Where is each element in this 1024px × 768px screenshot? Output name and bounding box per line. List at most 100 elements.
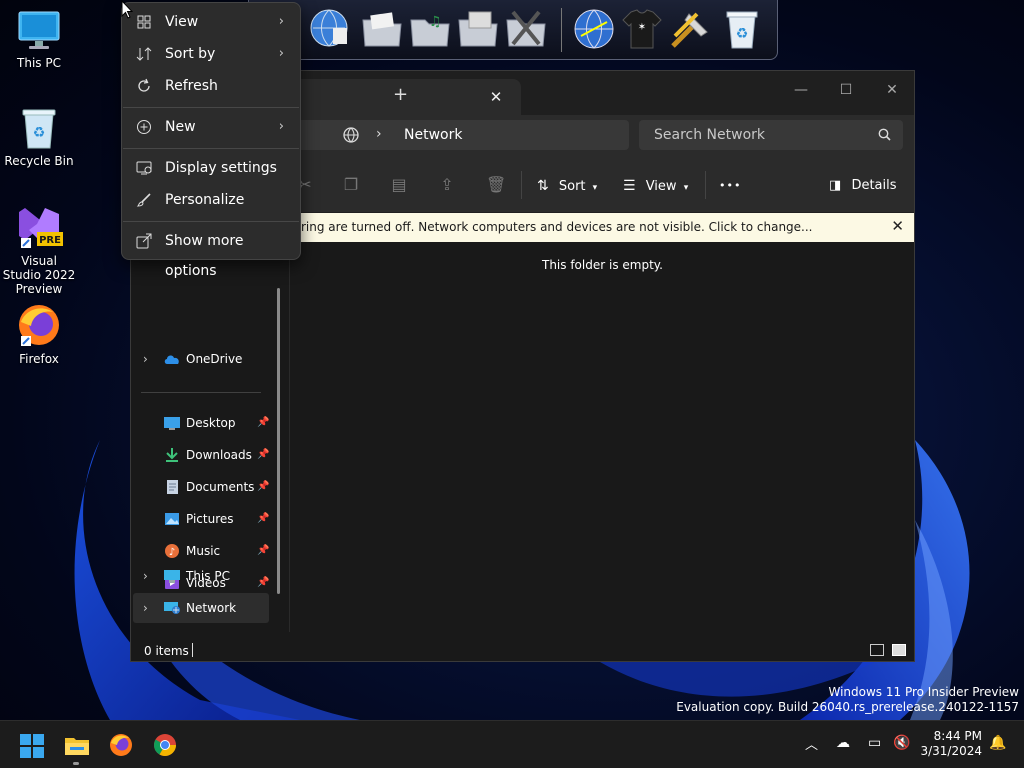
menu-item-display-settings[interactable]: Display settings [126, 153, 296, 183]
start-windows-icon[interactable] [19, 733, 45, 759]
tab-close-icon[interactable]: ✕ [489, 90, 503, 105]
breadcrumb-network[interactable]: Network [404, 127, 462, 143]
share-icon [136, 233, 152, 249]
menu-label: Sort by [165, 46, 216, 62]
breadcrumb-chevron-icon[interactable]: › [376, 126, 382, 142]
nav-item-this-pc[interactable]: › This PC [133, 561, 269, 591]
navigation-scrollbar[interactable] [277, 288, 280, 594]
menu-item-show-more-options[interactable]: Show more options [126, 226, 296, 279]
desktop-icon-firefox[interactable]: Firefox [1, 302, 77, 366]
new-tab-button[interactable]: + [393, 86, 408, 104]
dock-folder-icon[interactable] [359, 6, 405, 52]
desktop-icon-label: Visual Studio 2022 Preview [2, 254, 76, 296]
nav-item-documents[interactable]: Documents 📌 [133, 472, 269, 502]
menu-label: Display settings [165, 160, 277, 176]
chrome-taskbar-icon[interactable] [152, 732, 178, 758]
pin-icon[interactable]: 📌 [257, 440, 269, 470]
desktop-icon-label: Firefox [19, 352, 59, 366]
large-icons-view-icon[interactable] [892, 644, 906, 656]
paste-icon[interactable]: ▤ [390, 176, 408, 194]
document-icon [167, 480, 178, 494]
menu-item-refresh[interactable]: Refresh [126, 71, 296, 101]
dock-tshirt-icon[interactable]: ✶ [619, 6, 665, 52]
copy-icon[interactable]: ❐ [342, 176, 360, 194]
maximize-button[interactable]: ☐ [831, 79, 861, 101]
desktop-icon-visual-studio[interactable]: PRE Visual Studio 2022 Preview [1, 204, 77, 296]
expand-chevron-icon[interactable]: › [143, 344, 148, 374]
dock-tools-folder-icon[interactable] [503, 6, 549, 52]
this-pc-icon [164, 570, 180, 583]
network-globe-icon [343, 127, 359, 143]
close-window-button[interactable]: ✕ [877, 79, 907, 101]
details-button[interactable]: ◨ Details [829, 175, 897, 197]
status-divider [192, 643, 193, 657]
nav-label: Network [186, 601, 237, 615]
svg-text:♪: ♪ [169, 547, 175, 558]
expand-chevron-icon[interactable]: › [143, 593, 148, 623]
volume-muted-icon[interactable]: 🔇 [893, 735, 910, 751]
nav-label: Downloads [186, 448, 252, 462]
search-icon [878, 128, 891, 141]
menu-label: View [165, 14, 199, 30]
nav-label: Pictures [186, 512, 234, 526]
network-disconnected-icon[interactable]: ▭ [868, 735, 881, 751]
nav-item-network[interactable]: › Network [133, 593, 269, 623]
notification-bell-icon[interactable]: 🔔 [989, 735, 1006, 751]
infobar-close-icon[interactable]: ✕ [891, 218, 904, 234]
taskbar-clock[interactable]: 8:44 PM 3/31/2024 [920, 729, 982, 759]
dock-pictures-folder-icon[interactable] [455, 6, 501, 52]
share-icon[interactable]: ⇪ [438, 176, 456, 194]
menu-item-view[interactable]: View › [126, 7, 296, 37]
watermark-line-1: Windows 11 Pro Insider Preview [828, 685, 1019, 699]
menu-item-sort-by[interactable]: Sort by › [126, 39, 296, 69]
onedrive-offline-icon[interactable]: ☁ [836, 735, 850, 751]
more-options-button[interactable]: ••• [719, 175, 741, 197]
desktop-icon-recycle-bin[interactable]: ♻ Recycle Bin [1, 106, 77, 168]
network-icon [164, 602, 180, 614]
infobar-message[interactable]: ring are turned off. Network computers a… [301, 220, 813, 234]
dock-music-folder-icon[interactable]: ♫ [407, 6, 453, 52]
nav-separator [141, 392, 261, 393]
menu-item-personalize[interactable]: Personalize [126, 185, 296, 215]
desktop-icon-label: Recycle Bin [4, 154, 74, 168]
nav-label: Documents [186, 480, 255, 494]
dock-hammer-icon[interactable] [667, 6, 713, 52]
delete-icon[interactable]: 🗑 [486, 176, 506, 194]
dock-globe-icon[interactable] [307, 6, 353, 52]
sort-button[interactable]: ⇅ Sort ▾ [537, 175, 597, 197]
details-view-icon[interactable] [870, 644, 884, 656]
dock-network-globe-icon[interactable] [571, 6, 617, 52]
menu-item-new[interactable]: New › [126, 112, 296, 142]
pre-badge: PRE [39, 235, 61, 246]
content-area[interactable]: This folder is empty. [291, 242, 914, 632]
address-box[interactable]: › Network [291, 120, 629, 150]
dock-separator [561, 8, 562, 52]
show-hidden-icons-chevron-icon[interactable]: ︿ [805, 734, 818, 753]
nav-label: OneDrive [186, 352, 243, 366]
search-box[interactable]: Search Network [639, 120, 903, 150]
nav-item-desktop[interactable]: Desktop 📌 [133, 408, 269, 438]
firefox-taskbar-icon[interactable] [108, 732, 134, 758]
expand-chevron-icon[interactable]: › [143, 561, 148, 591]
clock-time: 8:44 PM [933, 729, 982, 743]
pin-icon[interactable]: 📌 [257, 472, 269, 502]
desktop-icon-label: This PC [17, 56, 61, 70]
dock-recycle-bin-icon[interactable]: ♻ [719, 6, 765, 52]
watermark-line-2: Evaluation copy. Build 26040.rs_prerelea… [676, 700, 1019, 714]
nav-item-downloads[interactable]: Downloads 📌 [133, 440, 269, 470]
view-button[interactable]: ☰ View ▾ [623, 175, 688, 197]
desktop-icon-this-pc[interactable]: This PC [1, 10, 77, 70]
recycle-bin-icon: ♻ [22, 109, 56, 149]
pin-icon[interactable]: 📌 [257, 408, 269, 438]
nav-item-onedrive[interactable]: › OneDrive [133, 344, 269, 374]
minimize-button[interactable]: — [786, 79, 816, 101]
file-explorer-taskbar-icon[interactable] [64, 732, 90, 758]
sort-icon: ⇅ [537, 178, 549, 194]
grid-icon [137, 15, 151, 29]
nav-label: Desktop [186, 416, 236, 430]
search-input[interactable]: Search Network [654, 127, 765, 143]
display-icon [136, 161, 152, 175]
pin-icon[interactable]: 📌 [257, 504, 269, 534]
nav-item-pictures[interactable]: Pictures 📌 [133, 504, 269, 534]
pane-splitter[interactable] [289, 242, 290, 632]
